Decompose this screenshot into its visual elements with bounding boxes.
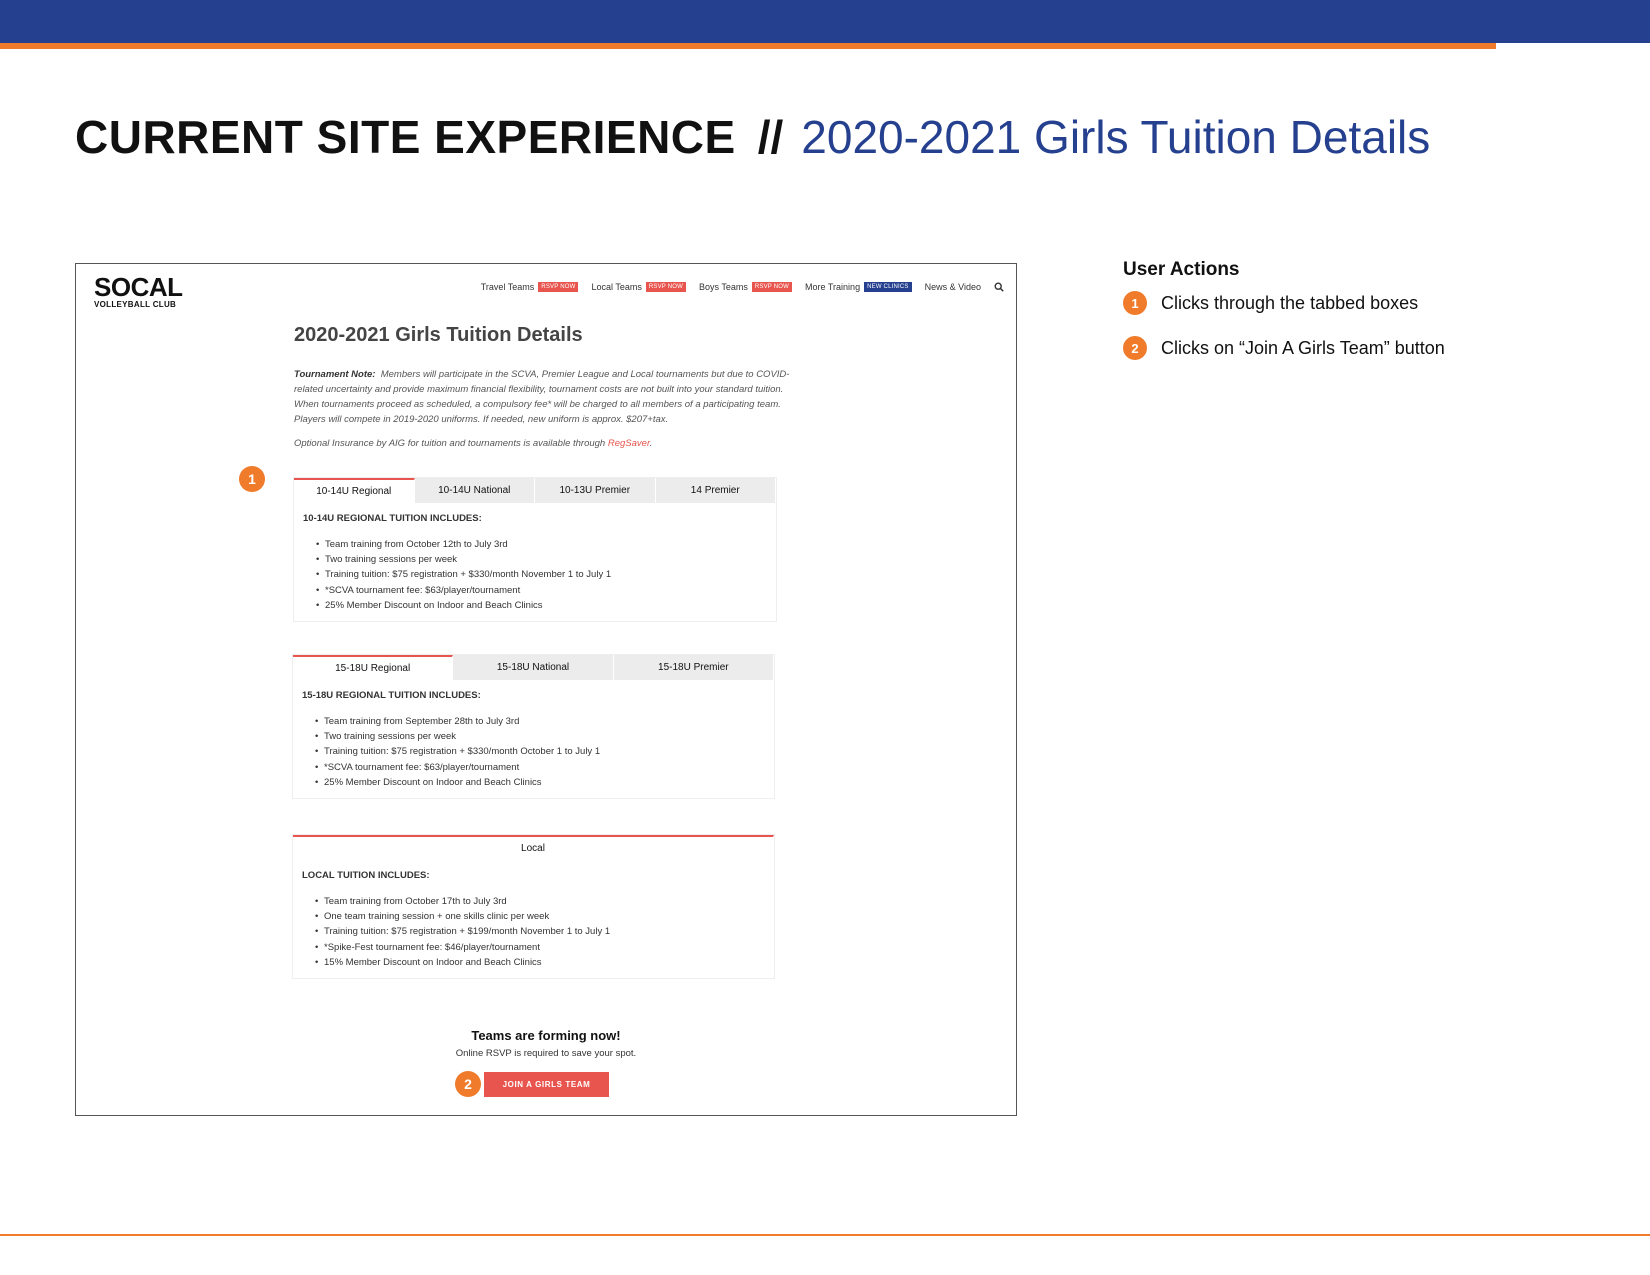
tab-panel-heading: LOCAL TUITION INCLUDES:: [302, 870, 430, 881]
list-item: 25% Member Discount on Indoor and Beach …: [303, 598, 766, 613]
join-girls-team-button[interactable]: JOIN A GIRLS TEAM: [484, 1072, 609, 1097]
nav-boys-teams[interactable]: Boys Teams RSVP NOW: [699, 282, 793, 292]
tab-panel-heading: 10-14U REGIONAL TUITION INCLUDES:: [303, 513, 482, 524]
page-content: 2020-2021 Girls Tuition Details Tourname…: [294, 324, 804, 449]
logo-wordmark: SOCAL: [94, 272, 183, 302]
rsvp-badge: RSVP NOW: [645, 282, 687, 292]
tab-bar: Local: [293, 835, 774, 860]
action-text: Clicks on “Join A Girls Team” button: [1161, 337, 1445, 358]
tuition-list: Team training from October 12th to July …: [303, 537, 766, 613]
new-clinics-badge: NEW CLINICS: [864, 282, 912, 292]
slide-title-bold: CURRENT SITE EXPERIENCE: [75, 111, 736, 163]
user-actions-panel: User Actions 1 Clicks through the tabbed…: [1123, 259, 1445, 360]
logo-subtitle: VOLLEYBALL CLUB: [94, 300, 177, 309]
slide-title-separator: //: [757, 111, 784, 163]
slide-title: CURRENT SITE EXPERIENCE // 2020-2021 Girls…: [75, 110, 1430, 164]
list-item: *Spike-Fest tournament fee: $46/player/t…: [302, 940, 764, 955]
tab-panel-heading: 15-18U REGIONAL TUITION INCLUDES:: [302, 690, 481, 701]
list-item: Team training from October 12th to July …: [303, 537, 766, 552]
list-item: Two training sessions per week: [302, 729, 764, 744]
tab-14-premier[interactable]: 14 Premier: [655, 478, 776, 503]
insurance-end: .: [649, 438, 653, 449]
tab-15-18u-national[interactable]: 15-18U National: [453, 655, 614, 680]
tab-15-18u-premier[interactable]: 15-18U Premier: [613, 655, 774, 680]
nav-news-video[interactable]: News & Video: [925, 282, 981, 292]
tab-10-13u-premier[interactable]: 10-13U Premier: [535, 478, 656, 503]
slide-title-light: 2020-2021 Girls Tuition Details: [801, 111, 1431, 163]
tabbox-15-18u: 15-18U Regional 15-18U National 15-18U P…: [292, 654, 775, 799]
rsvp-badge: RSVP NOW: [538, 282, 579, 292]
cta-section: Teams are forming now! Online RSVP is re…: [76, 1028, 1016, 1059]
tab-panel: LOCAL TUITION INCLUDES: Team training fr…: [293, 860, 774, 970]
tab-10-14u-national[interactable]: 10-14U National: [414, 478, 535, 503]
insurance-note: Optional Insurance by AIG for tuition an…: [294, 438, 804, 449]
list-item: 25% Member Discount on Indoor and Beach …: [302, 775, 764, 790]
tab-panel: 15-18U REGIONAL TUITION INCLUDES: Team t…: [293, 680, 774, 790]
note-label: Tournament Note:: [294, 369, 376, 380]
list-item: Two training sessions per week: [303, 552, 766, 567]
tab-15-18u-regional[interactable]: 15-18U Regional: [293, 655, 454, 680]
nav-label: Boys Teams: [699, 282, 748, 292]
list-item: One team training session + one skills c…: [302, 909, 764, 924]
action-number-badge: 1: [1123, 291, 1147, 315]
rsvp-badge: RSVP NOW: [751, 282, 793, 292]
top-banner: [0, 0, 1650, 43]
list-item: Training tuition: $75 registration + $33…: [303, 567, 766, 582]
tuition-list: Team training from September 28th to Jul…: [302, 714, 764, 790]
site-logo[interactable]: SOCAL VOLLEYBALL CLUB: [94, 274, 183, 309]
nav-travel-teams[interactable]: Travel Teams RSVP NOW: [481, 282, 579, 292]
website-screenshot-frame: SOCAL VOLLEYBALL CLUB Travel Teams RSVP …: [75, 263, 1017, 1116]
regsaver-link[interactable]: RegSaver: [608, 438, 650, 449]
list-item: *SCVA tournament fee: $63/player/tournam…: [302, 760, 764, 775]
insurance-text: Optional Insurance by AIG for tuition an…: [294, 438, 606, 449]
list-item: Training tuition: $75 registration + $19…: [302, 924, 764, 939]
nav-more-training[interactable]: More Training NEW CLINICS: [805, 282, 912, 292]
user-action-2: 2 Clicks on “Join A Girls Team” button: [1123, 336, 1445, 360]
tab-local[interactable]: Local: [293, 835, 774, 860]
action-text: Clicks through the tabbed boxes: [1161, 292, 1419, 313]
tabbox-10-14u: 10-14U Regional 10-14U National 10-13U P…: [293, 477, 777, 622]
cta-subtext: Online RSVP is required to save your spo…: [455, 1048, 637, 1059]
top-accent-stripe: [0, 43, 1496, 49]
user-action-1: 1 Clicks through the tabbed boxes: [1123, 291, 1418, 315]
action-number-badge: 2: [1123, 336, 1147, 360]
site-nav: Travel Teams RSVP NOW Local Teams RSVP N…: [468, 282, 1004, 292]
cta-heading: Teams are forming now!: [471, 1028, 621, 1043]
page-title: 2020-2021 Girls Tuition Details: [294, 324, 583, 346]
list-item: *SCVA tournament fee: $63/player/tournam…: [303, 583, 766, 598]
list-item: Team training from October 17th to July …: [302, 894, 764, 909]
tuition-list: Team training from October 17th to July …: [302, 894, 764, 970]
nav-label: Travel Teams: [480, 282, 535, 292]
tournament-note: Tournament Note: Members will participat…: [294, 367, 804, 427]
step-marker-1: 1: [239, 466, 265, 492]
nav-local-teams[interactable]: Local Teams RSVP NOW: [591, 282, 687, 292]
list-item: Training tuition: $75 registration + $33…: [302, 744, 764, 759]
user-actions-heading: User Actions: [1123, 259, 1240, 280]
step-marker-2: 2: [455, 1071, 481, 1097]
tab-bar: 10-14U Regional 10-14U National 10-13U P…: [294, 478, 776, 503]
list-item: 15% Member Discount on Indoor and Beach …: [302, 955, 764, 970]
search-icon[interactable]: [994, 282, 1004, 292]
tab-10-14u-regional[interactable]: 10-14U Regional: [294, 478, 415, 503]
tabbox-local: Local LOCAL TUITION INCLUDES: Team train…: [292, 834, 775, 979]
bottom-accent-stripe: [0, 1234, 1650, 1236]
list-item: Team training from September 28th to Jul…: [302, 714, 764, 729]
tab-panel: 10-14U REGIONAL TUITION INCLUDES: Team t…: [294, 503, 776, 613]
tab-bar: 15-18U Regional 15-18U National 15-18U P…: [293, 655, 774, 680]
nav-label: More Training: [805, 282, 861, 292]
nav-label: News & Video: [924, 282, 981, 292]
nav-label: Local Teams: [591, 282, 642, 292]
